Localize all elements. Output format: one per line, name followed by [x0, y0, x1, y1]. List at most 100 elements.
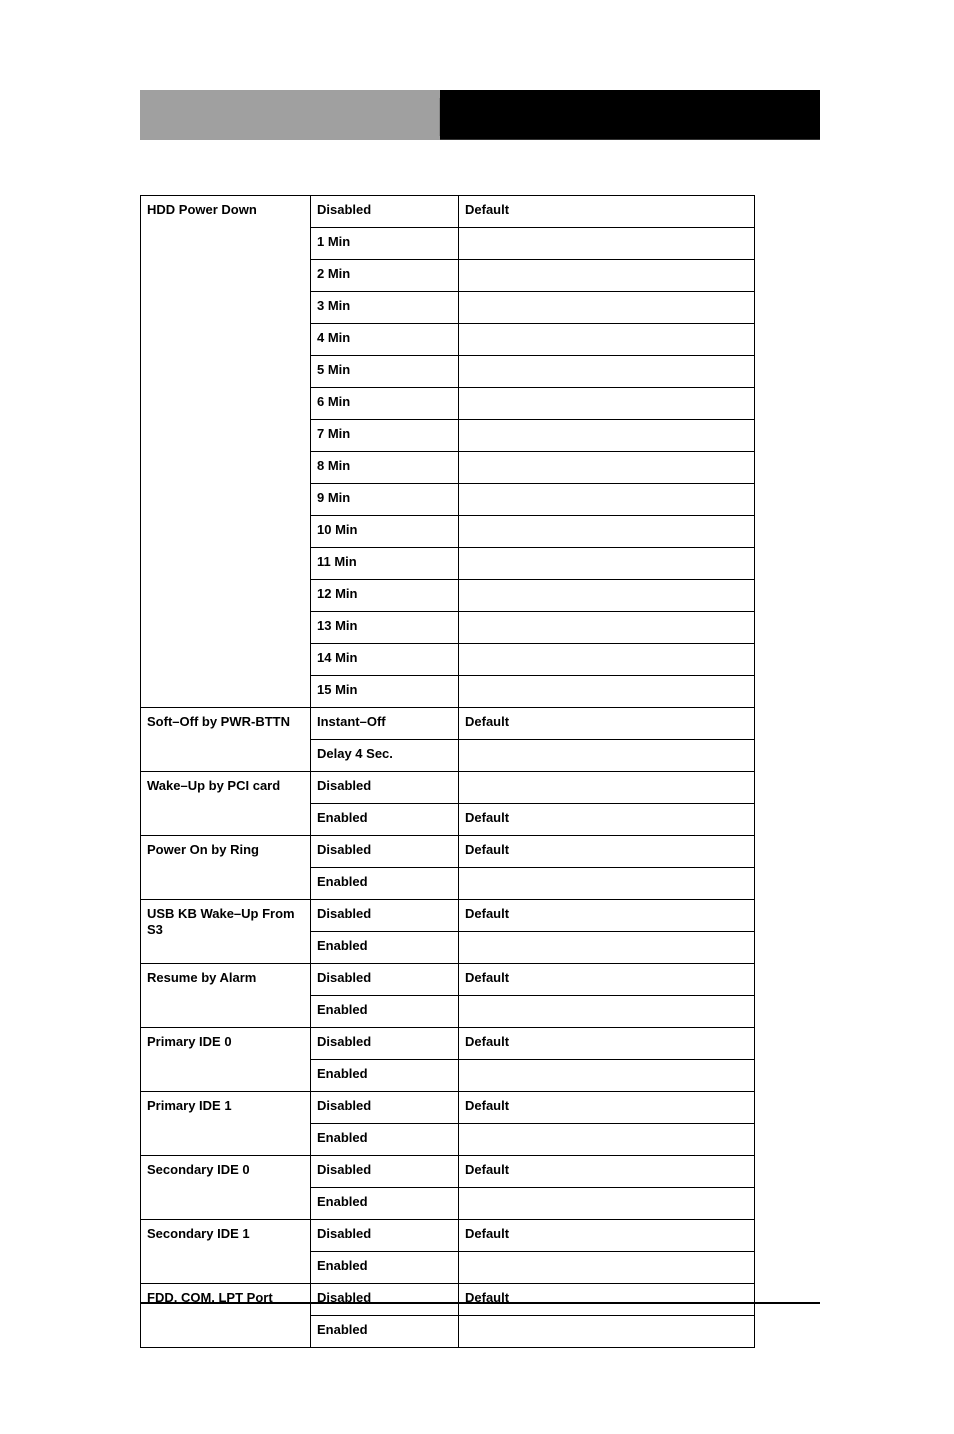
- note-cell: [459, 1188, 755, 1220]
- note-cell: [459, 996, 755, 1028]
- note-cell: Default: [459, 1028, 755, 1060]
- option-cell: Disabled: [311, 1220, 459, 1252]
- option-cell: Enabled: [311, 1316, 459, 1348]
- note-cell: [459, 612, 755, 644]
- option-cell: Enabled: [311, 1188, 459, 1220]
- note-cell: Default: [459, 1156, 755, 1188]
- option-cell: 15 Min: [311, 676, 459, 708]
- setting-name-cell: HDD Power Down: [141, 196, 311, 708]
- option-cell: Disabled: [311, 772, 459, 804]
- note-cell: [459, 932, 755, 964]
- note-cell: [459, 772, 755, 804]
- option-cell: 5 Min: [311, 356, 459, 388]
- option-cell: Instant–Off: [311, 708, 459, 740]
- note-cell: [459, 356, 755, 388]
- option-cell: Disabled: [311, 1156, 459, 1188]
- setting-name-cell: Primary IDE 0: [141, 1028, 311, 1092]
- option-cell: Delay 4 Sec.: [311, 740, 459, 772]
- note-cell: Default: [459, 804, 755, 836]
- option-cell: Disabled: [311, 1284, 459, 1316]
- note-cell: [459, 452, 755, 484]
- setting-name-cell: Wake–Up by PCI card: [141, 772, 311, 836]
- note-cell: [459, 1252, 755, 1284]
- note-cell: [459, 292, 755, 324]
- page: HDD Power DownDisabledDefault1 Min2 Min3…: [0, 0, 954, 1434]
- table-row: Power On by RingDisabledDefault: [141, 836, 755, 868]
- setting-name-cell: Secondary IDE 1: [141, 1220, 311, 1284]
- note-cell: [459, 676, 755, 708]
- option-cell: Enabled: [311, 932, 459, 964]
- option-cell: Disabled: [311, 900, 459, 932]
- header-left-block: [140, 90, 440, 140]
- table-row: Primary IDE 0DisabledDefault: [141, 1028, 755, 1060]
- option-cell: Enabled: [311, 996, 459, 1028]
- table-row: FDD, COM, LPT PortDisabledDefault: [141, 1284, 755, 1316]
- option-cell: 4 Min: [311, 324, 459, 356]
- note-cell: [459, 484, 755, 516]
- option-cell: 1 Min: [311, 228, 459, 260]
- table-row: Wake–Up by PCI cardDisabled: [141, 772, 755, 804]
- note-cell: [459, 324, 755, 356]
- table-row: USB KB Wake–Up From S3DisabledDefault: [141, 900, 755, 932]
- note-cell: Default: [459, 1284, 755, 1316]
- note-cell: Default: [459, 964, 755, 996]
- option-cell: 7 Min: [311, 420, 459, 452]
- note-cell: [459, 516, 755, 548]
- note-cell: Default: [459, 836, 755, 868]
- note-cell: [459, 548, 755, 580]
- option-cell: Enabled: [311, 1060, 459, 1092]
- setting-name-cell: FDD, COM, LPT Port: [141, 1284, 311, 1348]
- note-cell: Default: [459, 900, 755, 932]
- note-cell: [459, 260, 755, 292]
- note-cell: Default: [459, 196, 755, 228]
- note-cell: [459, 1316, 755, 1348]
- option-cell: Enabled: [311, 1252, 459, 1284]
- option-cell: 8 Min: [311, 452, 459, 484]
- note-cell: Default: [459, 708, 755, 740]
- option-cell: 9 Min: [311, 484, 459, 516]
- header-band: [140, 90, 820, 140]
- setting-name-cell: Secondary IDE 0: [141, 1156, 311, 1220]
- note-cell: [459, 388, 755, 420]
- option-cell: Disabled: [311, 836, 459, 868]
- content-area: HDD Power DownDisabledDefault1 Min2 Min3…: [140, 195, 755, 1348]
- note-cell: [459, 228, 755, 260]
- option-cell: 6 Min: [311, 388, 459, 420]
- note-cell: [459, 868, 755, 900]
- note-cell: [459, 644, 755, 676]
- option-cell: 3 Min: [311, 292, 459, 324]
- option-cell: 14 Min: [311, 644, 459, 676]
- note-cell: Default: [459, 1220, 755, 1252]
- options-table: HDD Power DownDisabledDefault1 Min2 Min3…: [140, 195, 755, 1348]
- note-cell: Default: [459, 1092, 755, 1124]
- setting-name-cell: Soft–Off by PWR-BTTN: [141, 708, 311, 772]
- setting-name-cell: USB KB Wake–Up From S3: [141, 900, 311, 964]
- table-row: Secondary IDE 1DisabledDefault: [141, 1220, 755, 1252]
- note-cell: [459, 740, 755, 772]
- note-cell: [459, 580, 755, 612]
- note-cell: [459, 1060, 755, 1092]
- option-cell: Enabled: [311, 1124, 459, 1156]
- option-cell: Enabled: [311, 804, 459, 836]
- option-cell: Disabled: [311, 196, 459, 228]
- setting-name-cell: Resume by Alarm: [141, 964, 311, 1028]
- option-cell: Disabled: [311, 1028, 459, 1060]
- footer-rule: [140, 1302, 820, 1304]
- header-right-block: [440, 90, 820, 140]
- option-cell: 11 Min: [311, 548, 459, 580]
- table-row: Secondary IDE 0DisabledDefault: [141, 1156, 755, 1188]
- option-cell: Disabled: [311, 1092, 459, 1124]
- note-cell: [459, 420, 755, 452]
- option-cell: Disabled: [311, 964, 459, 996]
- setting-name-cell: Primary IDE 1: [141, 1092, 311, 1156]
- table-row: Soft–Off by PWR-BTTNInstant–OffDefault: [141, 708, 755, 740]
- option-cell: 2 Min: [311, 260, 459, 292]
- table-row: Resume by AlarmDisabledDefault: [141, 964, 755, 996]
- option-cell: 12 Min: [311, 580, 459, 612]
- table-row: HDD Power DownDisabledDefault: [141, 196, 755, 228]
- note-cell: [459, 1124, 755, 1156]
- table-row: Primary IDE 1DisabledDefault: [141, 1092, 755, 1124]
- option-cell: Enabled: [311, 868, 459, 900]
- setting-name-cell: Power On by Ring: [141, 836, 311, 900]
- option-cell: 13 Min: [311, 612, 459, 644]
